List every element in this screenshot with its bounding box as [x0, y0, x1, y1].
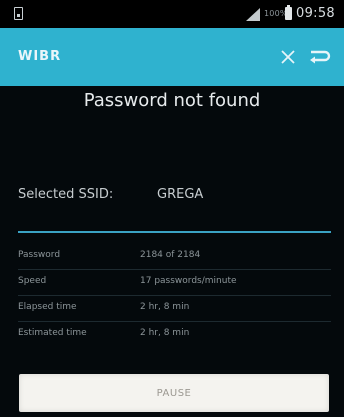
stats-list: Password 2184 of 2184 Speed 17 passwords… [18, 243, 331, 347]
back-button[interactable] [303, 42, 337, 72]
stat-label: Password [18, 250, 61, 260]
ssid-value: GREGA [157, 187, 204, 202]
clock: 09:58 [296, 6, 335, 21]
app-title: WIBR [18, 49, 62, 64]
stat-label: Estimated time [18, 328, 87, 338]
ssid-label: Selected SSID: [18, 187, 114, 202]
close-icon [281, 50, 295, 64]
stat-value: 17 passwords/minute [140, 276, 237, 286]
app-screen: 100% 09:58 WIBR Password not found Selec… [0, 0, 344, 417]
close-button[interactable] [273, 42, 303, 72]
stat-value: 2 hr, 8 min [140, 328, 190, 338]
stat-value: 2184 of 2184 [140, 250, 201, 260]
stat-label: Speed [18, 276, 47, 286]
stat-row-estimated-time: Estimated time 2 hr, 8 min [18, 321, 331, 347]
battery-icon [285, 5, 292, 20]
status-bar: 100% 09:58 [0, 0, 344, 28]
stat-row-password: Password 2184 of 2184 [18, 243, 331, 269]
stat-value: 2 hr, 8 min [140, 302, 190, 312]
action-bar: WIBR [0, 28, 344, 86]
stat-label: Elapsed time [18, 302, 77, 312]
stat-row-speed: Speed 17 passwords/minute [18, 269, 331, 295]
back-icon [310, 50, 331, 64]
section-divider [18, 231, 331, 233]
sim-card-icon [14, 7, 23, 20]
signal-icon [246, 8, 260, 21]
status-heading: Password not found [83, 90, 261, 111]
stat-row-elapsed-time: Elapsed time 2 hr, 8 min [18, 295, 331, 321]
pause-button[interactable]: PAUSE [19, 374, 329, 412]
